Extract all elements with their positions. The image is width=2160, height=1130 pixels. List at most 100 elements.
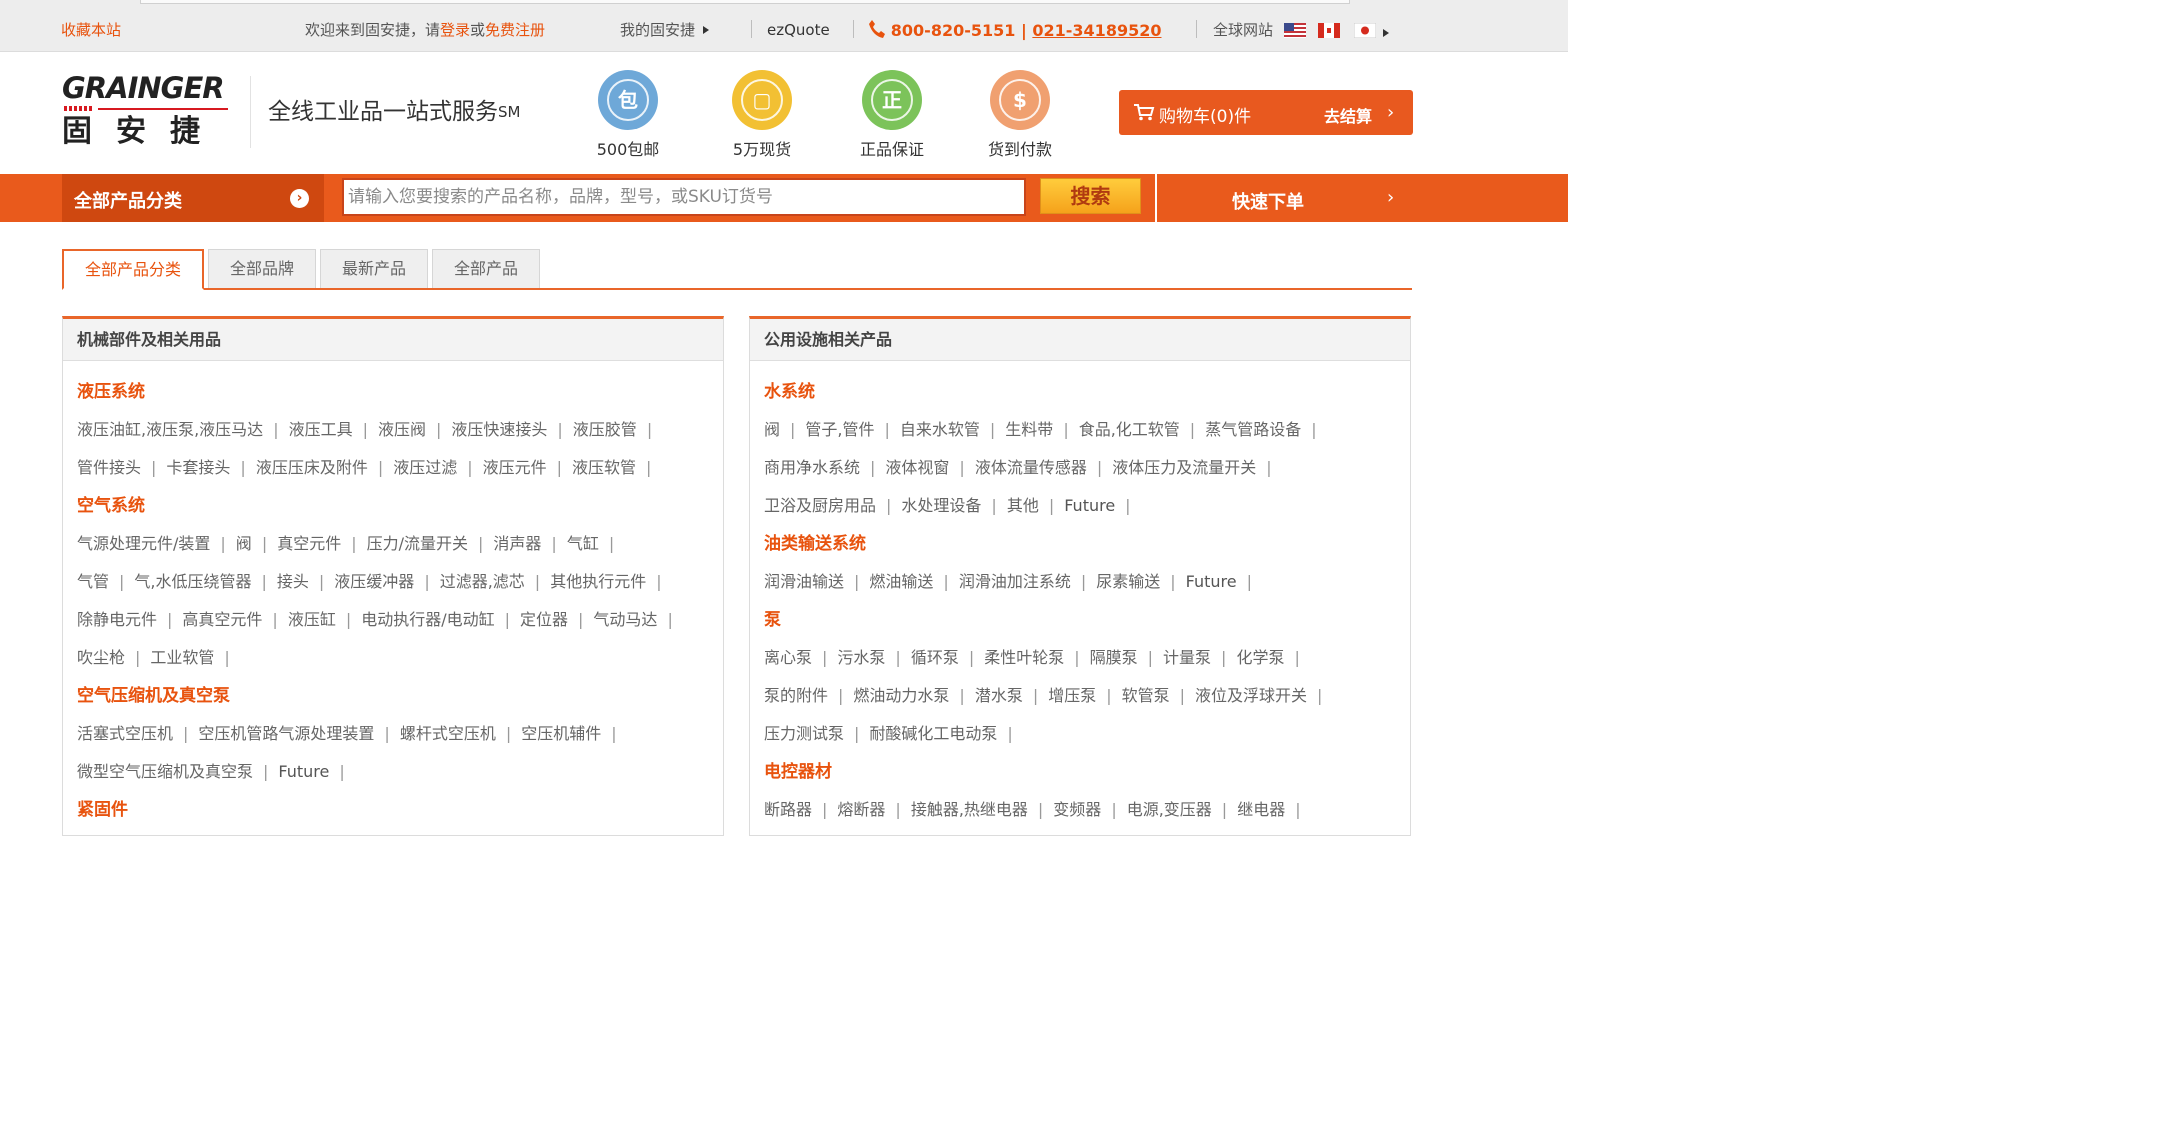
category-link[interactable]: 液体流量传感器 (975, 458, 1087, 477)
category-link[interactable]: 工业软管 (150, 648, 214, 667)
section-title[interactable]: 水系统 (764, 381, 815, 403)
category-link[interactable]: 接触器,热继电器 (911, 800, 1028, 819)
grainger-logo[interactable]: GRAINGER 固安捷 (62, 72, 232, 152)
bookmark-link[interactable]: 收藏本站 (61, 20, 121, 40)
category-link[interactable]: 液位及浮球开关 (1195, 686, 1307, 705)
badge-genuine[interactable]: 正 正品保证 (842, 70, 942, 170)
category-link[interactable]: 燃油输送 (869, 572, 933, 591)
category-link[interactable]: 变频器 (1053, 800, 1101, 819)
category-link[interactable]: 液压元件 (483, 458, 547, 477)
category-link[interactable]: 气源处理元件/装置 (77, 534, 210, 553)
us-flag-icon[interactable] (1284, 23, 1306, 38)
category-link[interactable]: 气动马达 (593, 610, 657, 629)
section-title[interactable]: 电控器材 (764, 761, 832, 783)
all-categories-menu[interactable]: 全部产品分类 › (62, 174, 324, 222)
category-link[interactable]: 微型空气压缩机及真空泵 (77, 762, 253, 781)
tab-new-products[interactable]: 最新产品 (320, 249, 428, 288)
section-title[interactable]: 液压系统 (77, 381, 145, 403)
badge-cod[interactable]: $ 货到付款 (970, 70, 1070, 170)
category-link[interactable]: 熔断器 (837, 800, 885, 819)
category-link[interactable]: 液压快速接头 (451, 420, 547, 439)
category-link[interactable]: 液压阀 (378, 420, 426, 439)
caret-right-icon[interactable] (1383, 29, 1389, 37)
japan-flag-icon[interactable] (1354, 23, 1376, 38)
section-title[interactable]: 空气系统 (77, 495, 145, 517)
category-link[interactable]: 阀 (236, 534, 252, 553)
category-link[interactable]: 液体压力及流量开关 (1112, 458, 1256, 477)
category-link[interactable]: 过滤器,滤芯 (440, 572, 525, 591)
section-title[interactable]: 空气压缩机及真空泵 (77, 685, 230, 707)
category-link[interactable]: 泵的附件 (764, 686, 828, 705)
category-link[interactable]: 燃油动力水泵 (853, 686, 949, 705)
category-link[interactable]: 液压软管 (572, 458, 636, 477)
category-link[interactable]: 阀 (764, 420, 780, 439)
category-link[interactable]: 卫浴及厨房用品 (764, 496, 876, 515)
tab-all-categories[interactable]: 全部产品分类 (62, 249, 204, 290)
category-link[interactable]: 高真空元件 (182, 610, 262, 629)
category-link[interactable]: 液压胶管 (573, 420, 637, 439)
category-link[interactable]: 电动执行器/电动缸 (361, 610, 494, 629)
category-link[interactable]: 尿素输送 (1096, 572, 1160, 591)
section-title[interactable]: 油类输送系统 (764, 533, 866, 555)
checkout-link[interactable]: 去结算 (1324, 103, 1372, 127)
section-title[interactable]: 紧固件 (77, 799, 128, 821)
category-link[interactable]: Future (1064, 496, 1115, 515)
category-link[interactable]: 螺杆式空压机 (400, 724, 496, 743)
category-link[interactable]: 继电器 (1237, 800, 1285, 819)
category-link[interactable]: 空压机辅件 (521, 724, 601, 743)
category-link[interactable]: 吹尘枪 (77, 648, 125, 667)
tab-all-products[interactable]: 全部产品 (432, 249, 540, 288)
cart-button[interactable]: 购物车(0)件 去结算 › (1119, 90, 1413, 135)
register-link[interactable]: 免费注册 (485, 21, 545, 39)
category-link[interactable]: 耐酸碱化工电动泵 (869, 724, 997, 743)
ezquote-link[interactable]: ezQuote (767, 20, 830, 40)
category-link[interactable]: 水处理设备 (901, 496, 981, 515)
quick-order-button[interactable]: 快速下单 › (1155, 174, 1413, 222)
category-link[interactable]: 卡套接头 (166, 458, 230, 477)
category-link[interactable]: 接头 (277, 572, 309, 591)
category-link[interactable]: 污水泵 (837, 648, 885, 667)
category-link[interactable]: 液压缸 (288, 610, 336, 629)
badge-in-stock[interactable]: ▢ 5万现货 (712, 70, 812, 170)
category-link[interactable]: 液压工具 (289, 420, 353, 439)
category-link[interactable]: 压力/流量开关 (367, 534, 468, 553)
search-button[interactable]: 搜索 (1040, 178, 1141, 214)
category-link[interactable]: 计量泵 (1163, 648, 1211, 667)
category-link[interactable]: 管件接头 (77, 458, 141, 477)
category-link[interactable]: 循环泵 (911, 648, 959, 667)
category-link[interactable]: 压力测试泵 (764, 724, 844, 743)
category-link[interactable]: Future (278, 762, 329, 781)
category-link[interactable]: 消声器 (493, 534, 541, 553)
login-link[interactable]: 登录 (440, 21, 470, 39)
search-input[interactable] (344, 180, 1024, 214)
canada-flag-icon[interactable] (1318, 23, 1340, 38)
category-link[interactable]: 断路器 (764, 800, 812, 819)
category-link[interactable]: 自来水软管 (900, 420, 980, 439)
category-link[interactable]: 气,水低压绕管器 (134, 572, 251, 591)
category-link[interactable]: 电源,变压器 (1127, 800, 1212, 819)
category-link[interactable]: 蒸气管路设备 (1205, 420, 1301, 439)
category-link[interactable]: 食品,化工软管 (1079, 420, 1180, 439)
category-link[interactable]: 柔性叶轮泵 (984, 648, 1064, 667)
category-link[interactable]: 增压泵 (1048, 686, 1096, 705)
category-link[interactable]: 润滑油加注系统 (959, 572, 1071, 591)
phone-number-2[interactable]: 021-34189520 (1032, 21, 1161, 40)
category-link[interactable]: 液压缓冲器 (334, 572, 414, 591)
category-link[interactable]: 空压机管路气源处理装置 (198, 724, 374, 743)
my-account-menu[interactable]: 我的固安捷 (620, 20, 710, 40)
category-link[interactable]: 离心泵 (764, 648, 812, 667)
tab-all-brands[interactable]: 全部品牌 (208, 249, 316, 288)
category-link[interactable]: 化学泵 (1236, 648, 1284, 667)
category-link[interactable]: 气管 (77, 572, 109, 591)
category-link[interactable]: Future (1186, 572, 1237, 591)
category-link[interactable]: 气缸 (567, 534, 599, 553)
badge-free-shipping[interactable]: 包 500包邮 (578, 70, 678, 170)
category-link[interactable]: 管子,管件 (805, 420, 874, 439)
section-title[interactable]: 泵 (764, 609, 781, 631)
category-link[interactable]: 商用净水系统 (764, 458, 860, 477)
category-link[interactable]: 隔膜泵 (1090, 648, 1138, 667)
category-link[interactable]: 液压压床及附件 (256, 458, 368, 477)
category-link[interactable]: 润滑油输送 (764, 572, 844, 591)
category-link[interactable]: 液压过滤 (393, 458, 457, 477)
category-link[interactable]: 真空元件 (277, 534, 341, 553)
